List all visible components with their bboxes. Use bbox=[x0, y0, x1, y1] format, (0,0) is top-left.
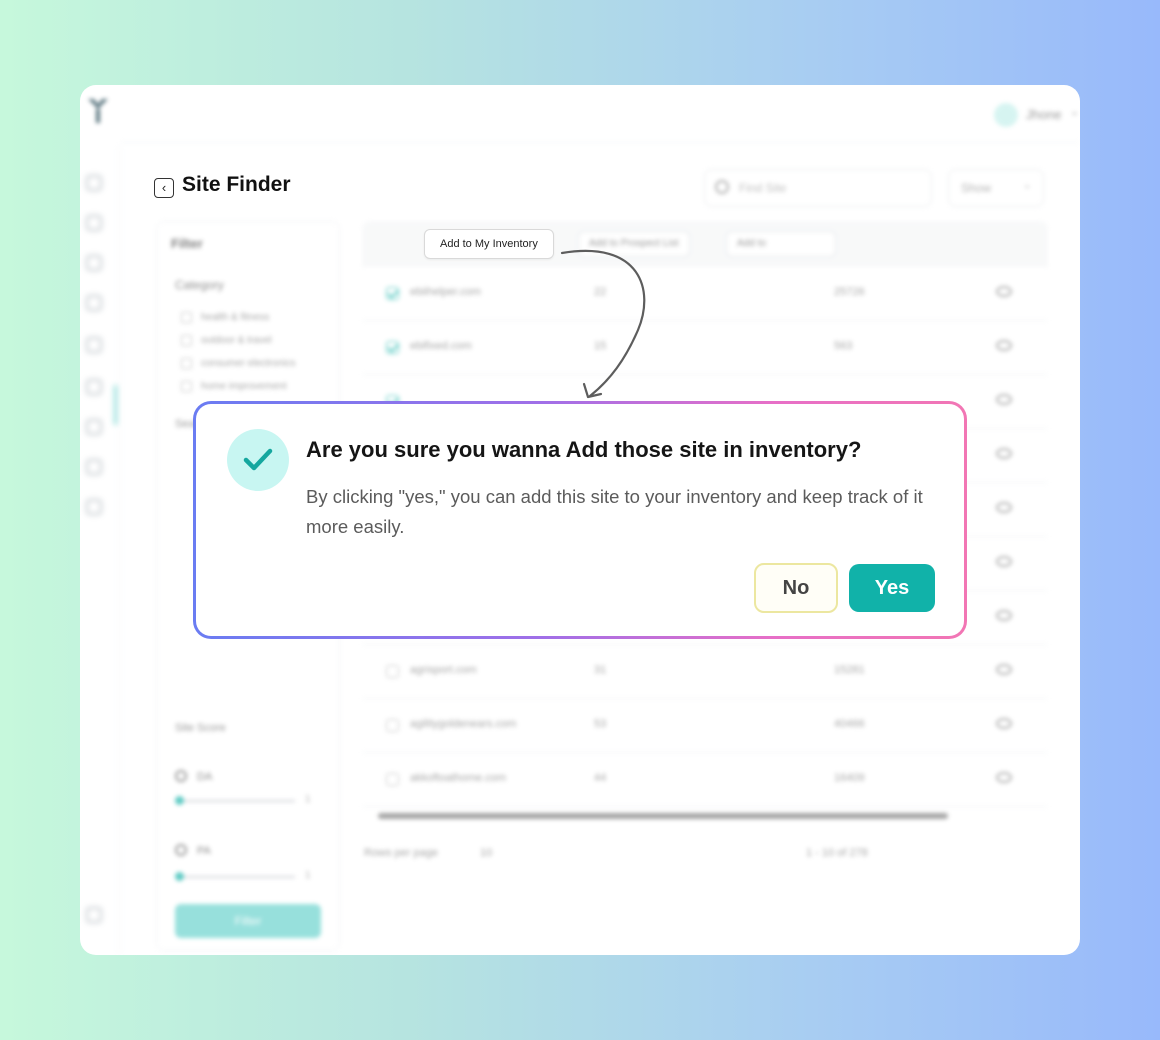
user-name[interactable]: Jhone bbox=[1026, 107, 1061, 122]
sidebar-database-icon[interactable] bbox=[86, 255, 102, 271]
category-checkbox[interactable] bbox=[181, 312, 192, 323]
filter-button[interactable]: Filter bbox=[175, 904, 321, 938]
no-button[interactable]: No bbox=[754, 563, 838, 613]
pagination: Rows per page 10 1 - 10 of 278 bbox=[364, 835, 1050, 875]
view-icon[interactable] bbox=[996, 286, 1012, 297]
table-row[interactable]: ebiihelper.com 22 25726 bbox=[362, 267, 1048, 321]
category-checkbox[interactable] bbox=[181, 381, 192, 392]
slider-max-pa: 1 bbox=[305, 870, 311, 881]
site-url[interactable]: ebifixed.com bbox=[410, 340, 472, 352]
top-bar: Jhone ⌄ bbox=[120, 85, 1080, 143]
show-select[interactable]: Show ⌄ bbox=[948, 169, 1044, 207]
sidebar-site-finder-icon[interactable] bbox=[86, 337, 102, 353]
slider-handle-da[interactable] bbox=[175, 796, 184, 805]
dialog-message: By clicking "yes," you can add this site… bbox=[306, 486, 923, 537]
slider-label-da: DA bbox=[197, 771, 213, 783]
table-row[interactable]: akkoftoathome.com 44 16409 bbox=[362, 753, 1048, 807]
category-option: outdoor & travel bbox=[201, 335, 272, 346]
category-option: home improvement bbox=[201, 381, 287, 392]
rows-per-page-select[interactable]: 10 bbox=[480, 847, 492, 859]
row-checkbox[interactable] bbox=[386, 341, 399, 354]
row-checkbox[interactable] bbox=[386, 719, 399, 732]
site-url[interactable]: akkoftoathome.com bbox=[410, 772, 506, 784]
sidebar-folder-icon[interactable] bbox=[86, 215, 102, 231]
slider-max-da: 1 bbox=[305, 794, 311, 805]
site-metric: 22 bbox=[594, 286, 607, 298]
copy-icon[interactable] bbox=[996, 718, 1012, 729]
sidebar-filter-icon[interactable] bbox=[86, 419, 102, 435]
site-traffic: 563 bbox=[834, 340, 853, 352]
sidebar-list-icon[interactable] bbox=[86, 379, 102, 395]
add-to-inventory-button[interactable]: Add to My Inventory bbox=[424, 229, 554, 259]
dialog-title: Are you sure you wanna Add those site in… bbox=[306, 437, 862, 462]
chevron-down-icon: ⌄ bbox=[1023, 180, 1032, 191]
category-option: health & fitness bbox=[201, 312, 270, 323]
confirm-dialog: Are you sure you wanna Add those site in… bbox=[193, 401, 967, 639]
confirm-dialog-body: Are you sure you wanna Add those site in… bbox=[196, 404, 964, 636]
site-metric: 31 bbox=[594, 664, 607, 676]
view-icon[interactable] bbox=[996, 340, 1012, 351]
add-to-prospect-button[interactable]: Add to Prospect List bbox=[578, 231, 690, 257]
category-checkbox[interactable] bbox=[181, 358, 192, 369]
add-to-dropdown[interactable]: Add to bbox=[726, 231, 836, 257]
sidebar-collapse-icon[interactable] bbox=[86, 907, 102, 923]
pagination-range: 1 - 10 of 278 bbox=[806, 847, 868, 859]
slider-track-da[interactable] bbox=[179, 800, 295, 802]
table-row[interactable]: agilitygoldenears.com 53 40466 bbox=[362, 699, 1048, 753]
search-icon bbox=[715, 180, 729, 194]
sidebar-send-icon[interactable] bbox=[86, 295, 102, 311]
sidebar-dashboard-icon[interactable] bbox=[86, 175, 102, 191]
sidebar-active-indicator bbox=[114, 385, 117, 425]
row-checkbox[interactable] bbox=[386, 287, 399, 300]
category-option: consumer electronics bbox=[201, 358, 296, 369]
site-traffic: 25726 bbox=[834, 286, 865, 298]
view-icon[interactable] bbox=[996, 448, 1012, 459]
table-row[interactable]: ebifixed.com 15 563 bbox=[362, 321, 1048, 375]
filter-title: Filter bbox=[171, 236, 203, 251]
app-logo-icon bbox=[88, 99, 108, 123]
category-label[interactable]: Category bbox=[175, 278, 224, 292]
avatar[interactable] bbox=[994, 103, 1018, 127]
site-traffic: 40466 bbox=[834, 718, 865, 730]
section-label: Site Score bbox=[175, 722, 226, 734]
sidebar-settings-icon[interactable] bbox=[86, 499, 102, 515]
row-checkbox[interactable] bbox=[386, 665, 399, 678]
view-icon[interactable] bbox=[996, 556, 1012, 567]
site-traffic: 15281 bbox=[834, 664, 865, 676]
pa-icon bbox=[175, 844, 187, 856]
table-row[interactable]: agrisport.com 31 15281 bbox=[362, 645, 1048, 699]
copy-icon[interactable] bbox=[996, 772, 1012, 783]
sidebar bbox=[80, 145, 120, 955]
site-url[interactable]: ebiihelper.com bbox=[410, 286, 481, 298]
search-placeholder: Find Site bbox=[739, 181, 787, 195]
rows-per-page-label: Rows per page bbox=[364, 847, 438, 859]
category-checkbox[interactable] bbox=[181, 335, 192, 346]
check-icon bbox=[227, 429, 289, 491]
search-input[interactable]: Find Site bbox=[704, 169, 932, 207]
view-icon[interactable] bbox=[996, 394, 1012, 405]
show-select-label: Show bbox=[961, 181, 992, 195]
view-icon[interactable] bbox=[996, 610, 1012, 621]
row-checkbox[interactable] bbox=[386, 773, 399, 786]
view-icon[interactable] bbox=[996, 502, 1012, 513]
site-metric: 53 bbox=[594, 718, 607, 730]
site-metric: 44 bbox=[594, 772, 607, 784]
chevron-down-icon[interactable]: ⌄ bbox=[1070, 105, 1079, 118]
site-metric: 15 bbox=[594, 340, 607, 352]
sidebar-users-icon[interactable] bbox=[86, 459, 102, 475]
da-icon bbox=[175, 770, 187, 782]
slider-handle-pa[interactable] bbox=[175, 872, 184, 881]
slider-track-pa[interactable] bbox=[179, 876, 295, 878]
site-url[interactable]: agilitygoldenears.com bbox=[410, 718, 516, 730]
site-url[interactable]: agrisport.com bbox=[410, 664, 477, 676]
view-icon[interactable] bbox=[996, 664, 1012, 675]
site-traffic: 16409 bbox=[834, 772, 865, 784]
horizontal-scrollbar[interactable] bbox=[378, 813, 948, 819]
slider-label-pa: PA bbox=[197, 845, 211, 857]
back-button[interactable]: ‹ bbox=[154, 178, 174, 198]
yes-button[interactable]: Yes bbox=[849, 564, 935, 612]
page-title: Site Finder bbox=[182, 173, 291, 196]
